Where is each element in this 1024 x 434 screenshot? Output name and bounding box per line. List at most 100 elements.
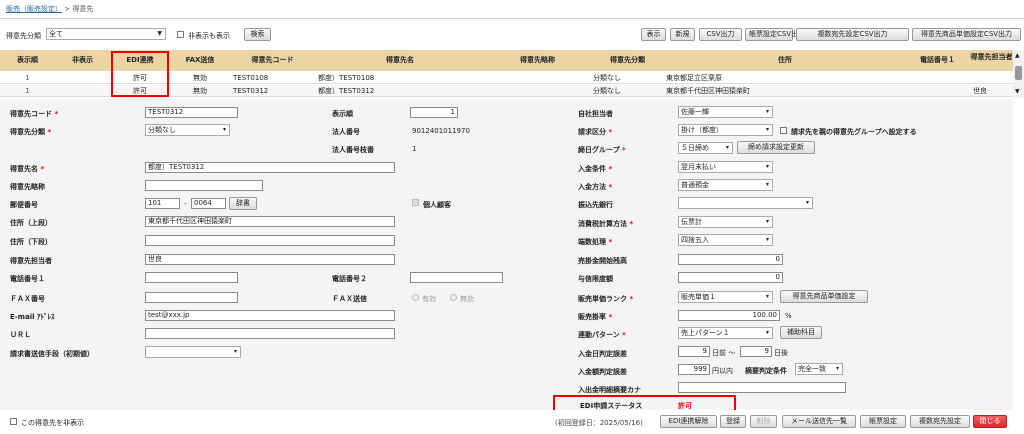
invoice-method-select[interactable]: ▾	[145, 346, 241, 358]
label-address1: 住所（上段）	[10, 219, 52, 227]
label-rate: 販売掛率 *	[578, 313, 613, 321]
col-hidden[interactable]: 非表示	[55, 50, 110, 71]
scroll-thumb[interactable]	[1015, 66, 1022, 80]
tel2-input[interactable]	[410, 272, 503, 283]
row-name: 都度）TEST0312	[318, 87, 375, 95]
row-address: 東京都千代田区神田猿楽町	[666, 87, 750, 95]
closing-select[interactable]: ５日締め ▾	[678, 142, 733, 154]
payment-method-select[interactable]: 普通預金 ▾	[678, 179, 773, 191]
label-code: 得意先コード *	[10, 110, 59, 118]
label-invoice-method: 請求書送信手段（初期値）	[10, 350, 94, 358]
close-button[interactable]: 閉じる	[973, 415, 1007, 428]
col-staff[interactable]: 得意先担当者	[970, 50, 1013, 71]
tel1-input[interactable]	[145, 272, 238, 283]
link-pattern-select[interactable]: 売上パターン１ ▾	[678, 327, 773, 339]
show-hidden-checkbox[interactable]	[177, 31, 184, 38]
row-staff: 世良	[973, 87, 987, 95]
breadcrumb-link[interactable]: 販売（販売設定）	[6, 5, 62, 13]
fax-input[interactable]	[145, 292, 238, 303]
col-code[interactable]: 得意先コード	[230, 50, 315, 71]
own-staff-select[interactable]: 佐藤一輝 ▾	[678, 106, 773, 118]
short-name-input[interactable]	[145, 180, 263, 191]
toolbar-show-button[interactable]: 表示	[641, 28, 666, 41]
divider	[0, 18, 1024, 19]
chevron-down-icon: ▾	[765, 163, 769, 170]
parent-billing-checkbox[interactable]	[780, 127, 787, 134]
col-fax[interactable]: FAX送信	[170, 50, 230, 71]
chevron-down-icon: ▼	[157, 30, 162, 37]
group-field-select[interactable]: 分類なし ▾	[145, 124, 230, 136]
chevron-down-icon: ▾	[765, 181, 769, 188]
rate-input[interactable]: 100.00	[678, 310, 780, 321]
name-input[interactable]: 都度）TEST0312	[145, 162, 395, 173]
zip1-input[interactable]: 101	[145, 198, 180, 209]
label-payment-cond: 入金条件 *	[578, 165, 613, 173]
url-input[interactable]	[145, 328, 395, 339]
date-tolerance-after-input[interactable]: 9	[740, 346, 772, 357]
col-group[interactable]: 得意先分類	[590, 50, 665, 71]
individual-checkbox[interactable]	[412, 199, 419, 206]
group-select[interactable]: 全て ▼	[46, 28, 166, 40]
credit-limit-input[interactable]: 0	[678, 272, 783, 283]
label-email: E-mail ｱﾄﾞﾚｽ	[10, 313, 55, 321]
report-settings-button[interactable]: 帳票設定	[860, 415, 906, 428]
email-input[interactable]: test@xxx.jp	[145, 310, 395, 321]
row-group: 分類なし	[593, 87, 621, 95]
col-short[interactable]: 得意先略称	[485, 50, 590, 71]
code-input[interactable]: TEST0312	[145, 107, 238, 118]
chevron-down-icon: ▾	[765, 108, 769, 115]
label-amount-tolerance: 入金額判定誤差	[578, 368, 627, 376]
address1-input[interactable]: 東京都千代田区神田猿楽町	[145, 216, 395, 227]
price-rank-select[interactable]: 販売単価１ ▾	[678, 291, 773, 303]
label-payment-method: 入金方法 *	[578, 183, 613, 191]
multi-dest-button[interactable]: 複数宛先設定	[910, 415, 970, 428]
col-address[interactable]: 住所	[665, 50, 905, 71]
hide-customer-checkbox[interactable]	[10, 418, 17, 425]
staff-input[interactable]: 世良	[145, 254, 395, 265]
date-tolerance-before-input[interactable]: 9	[678, 346, 710, 357]
address2-input[interactable]	[145, 235, 395, 246]
search-button[interactable]: 検索	[244, 28, 271, 41]
toolbar-new-button[interactable]: 新規	[670, 28, 695, 41]
label-fax: ＦＡＸ番号	[10, 295, 45, 303]
zip-dictionary-button[interactable]: 辞書	[229, 197, 257, 210]
filter-group-label: 得意先分類	[6, 32, 41, 40]
table-scrollbar[interactable]: ▲ ▼	[1013, 50, 1024, 98]
toolbar-csv-button[interactable]: CSV出力	[699, 28, 742, 41]
tax-calc-select[interactable]: 伝票計 ▾	[678, 216, 773, 228]
fax-off-radio[interactable]	[450, 294, 457, 301]
rounding-select[interactable]: 四捨五入 ▾	[678, 234, 773, 246]
memo-kana-input[interactable]	[678, 382, 846, 393]
col-name[interactable]: 得意先名	[315, 50, 485, 71]
sub-account-button[interactable]: 補助科目	[780, 326, 822, 339]
row-order: 1	[25, 74, 30, 82]
chevron-down-icon: ▾	[725, 144, 729, 151]
product-price-button[interactable]: 得意先商品単価設定	[780, 290, 868, 303]
memo-condition-select[interactable]: 完全一致 ▾	[795, 363, 843, 375]
edi-unlink-button[interactable]: EDI連携解除	[660, 415, 717, 428]
label-order: 表示順	[332, 110, 353, 118]
mail-list-button[interactable]: メール送信先一覧	[782, 415, 856, 428]
bank-select[interactable]: ▾	[678, 197, 813, 209]
row-fax: 無効	[193, 87, 207, 95]
closing-update-button[interactable]: 締め請求設定更新	[737, 141, 815, 154]
amount-tolerance-input[interactable]: 999	[678, 364, 710, 375]
opening-balance-input[interactable]: 0	[678, 254, 783, 265]
chevron-down-icon: ▾	[765, 236, 769, 243]
payment-cond-select[interactable]: 翌月末払い ▾	[678, 161, 773, 173]
col-order[interactable]: 表示順	[0, 50, 55, 71]
delete-button[interactable]: 削除	[750, 415, 777, 428]
zip2-input[interactable]: 0064	[191, 198, 226, 209]
toolbar-report-csv-button[interactable]: 帳票設定CSV出力	[745, 28, 805, 41]
row-code: TEST0108	[233, 74, 269, 82]
date-tolerance-before-unit: 日前 〜	[712, 349, 736, 357]
toolbar-multi-dest-csv-button[interactable]: 複数宛先設定CSV出力	[796, 28, 909, 41]
billing-select[interactable]: 掛け（都度） ▾	[678, 124, 773, 136]
fax-on-radio[interactable]	[412, 294, 419, 301]
arrow-down-icon: ▼	[1015, 88, 1020, 95]
toolbar-price-csv-button[interactable]: 得意先商品単価設定CSV出力	[912, 28, 1021, 41]
breadcrumb-current: 得意先	[72, 5, 94, 13]
register-button[interactable]: 登録	[720, 415, 746, 428]
col-tel[interactable]: 電話番号１	[905, 50, 970, 71]
order-input[interactable]: 1	[410, 107, 458, 118]
